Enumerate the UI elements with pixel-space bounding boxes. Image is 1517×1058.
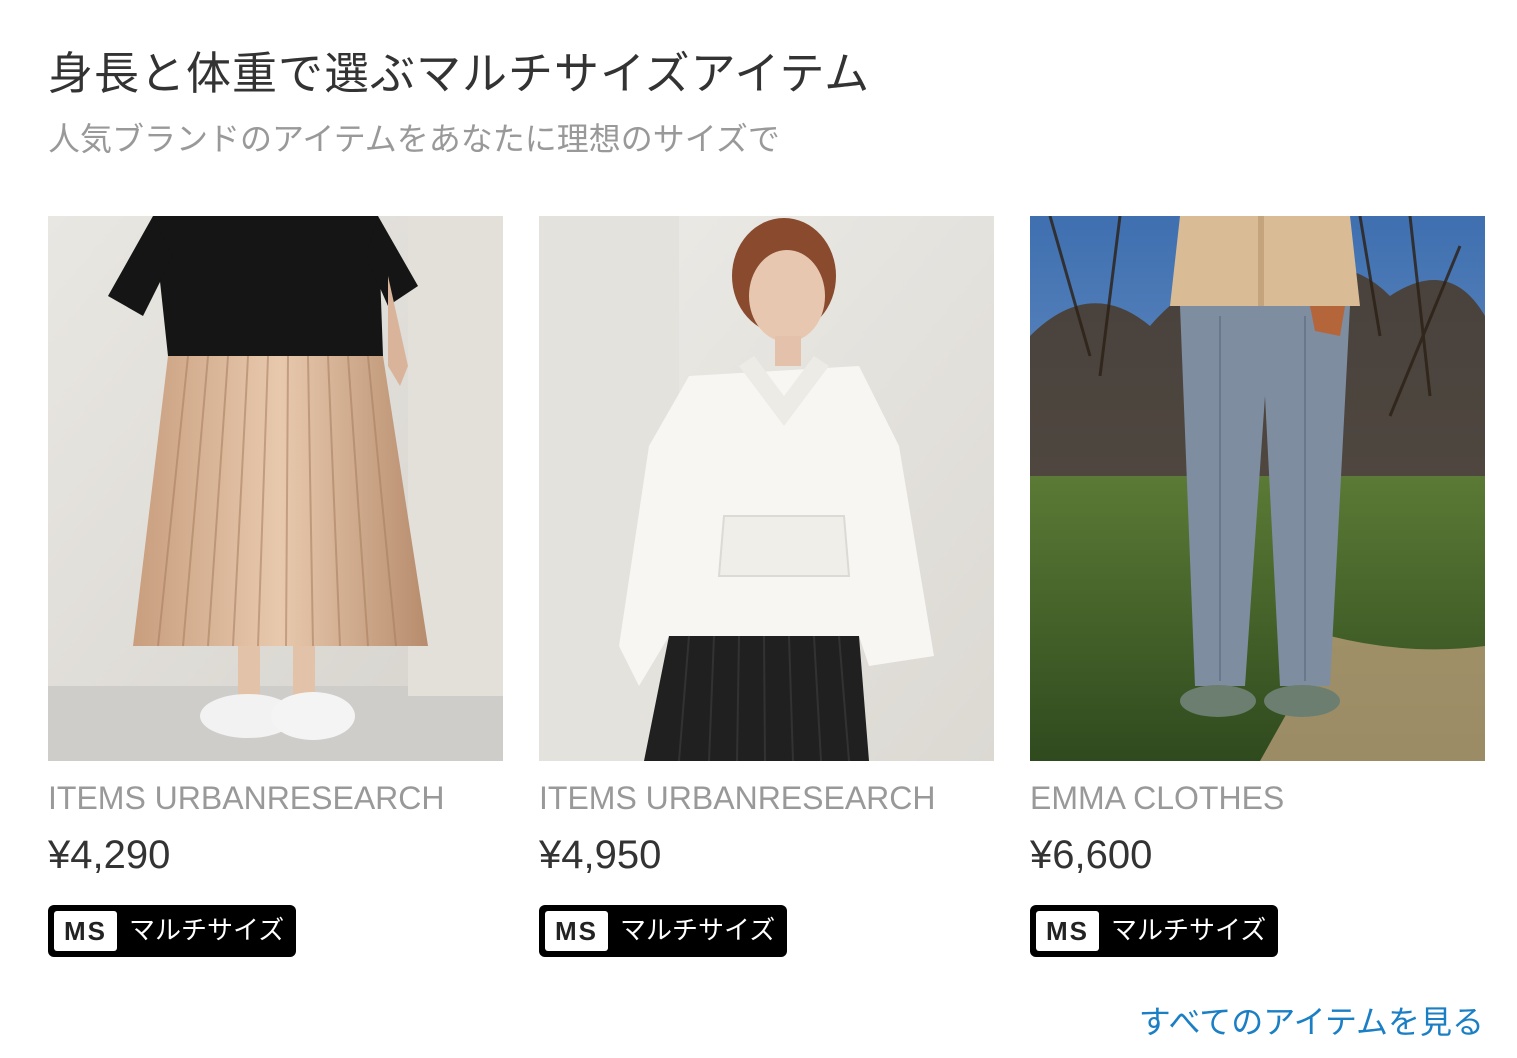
white-hoodie-photo	[539, 216, 994, 761]
multisize-badge: MS マルチサイズ	[539, 905, 788, 957]
product-card[interactable]: EMMA CLOTHES ¥6,600 MS マルチサイズ	[1030, 216, 1485, 961]
product-image[interactable]	[1030, 216, 1485, 761]
product-price: ¥6,600	[1030, 833, 1153, 877]
pleated-skirt-photo	[48, 216, 503, 761]
badge-ms-code: MS	[54, 911, 117, 951]
multisize-badge: MS マルチサイズ	[1030, 905, 1279, 957]
product-price: ¥4,950	[539, 833, 662, 877]
section-title: 身長と体重で選ぶマルチサイズアイテム	[48, 47, 871, 100]
product-card[interactable]: ITEMS URBANRESEARCH ¥4,290 MS マルチサイズ	[48, 216, 503, 961]
product-image[interactable]	[539, 216, 994, 761]
product-brand: EMMA CLOTHES	[1030, 780, 1285, 816]
product-list: ITEMS URBANRESEARCH ¥4,290 MS マルチサイズ ITE…	[48, 216, 1485, 961]
grey-trousers-photo	[1030, 216, 1485, 761]
multisize-badge: MS マルチサイズ	[48, 905, 297, 957]
badge-ms-code: MS	[545, 911, 608, 951]
badge-label: マルチサイズ	[1111, 916, 1267, 946]
product-price: ¥4,290	[48, 833, 171, 877]
badge-label: マルチサイズ	[129, 916, 285, 946]
badge-ms-code: MS	[1036, 911, 1099, 951]
product-card[interactable]: ITEMS URBANRESEARCH ¥4,950 MS マルチサイズ	[539, 216, 994, 961]
product-brand: ITEMS URBANRESEARCH	[539, 780, 936, 816]
view-all-link[interactable]: すべてのアイテムを見る	[1139, 1000, 1484, 1044]
product-brand: ITEMS URBANRESEARCH	[48, 780, 445, 816]
multisize-section: 身長と体重で選ぶマルチサイズアイテム 人気ブランドのアイテムをあなたに理想のサイ…	[48, 0, 1485, 1058]
product-image[interactable]	[48, 216, 503, 761]
section-subtitle: 人気ブランドのアイテムをあなたに理想のサイズで	[48, 120, 780, 158]
badge-label: マルチサイズ	[620, 916, 776, 946]
